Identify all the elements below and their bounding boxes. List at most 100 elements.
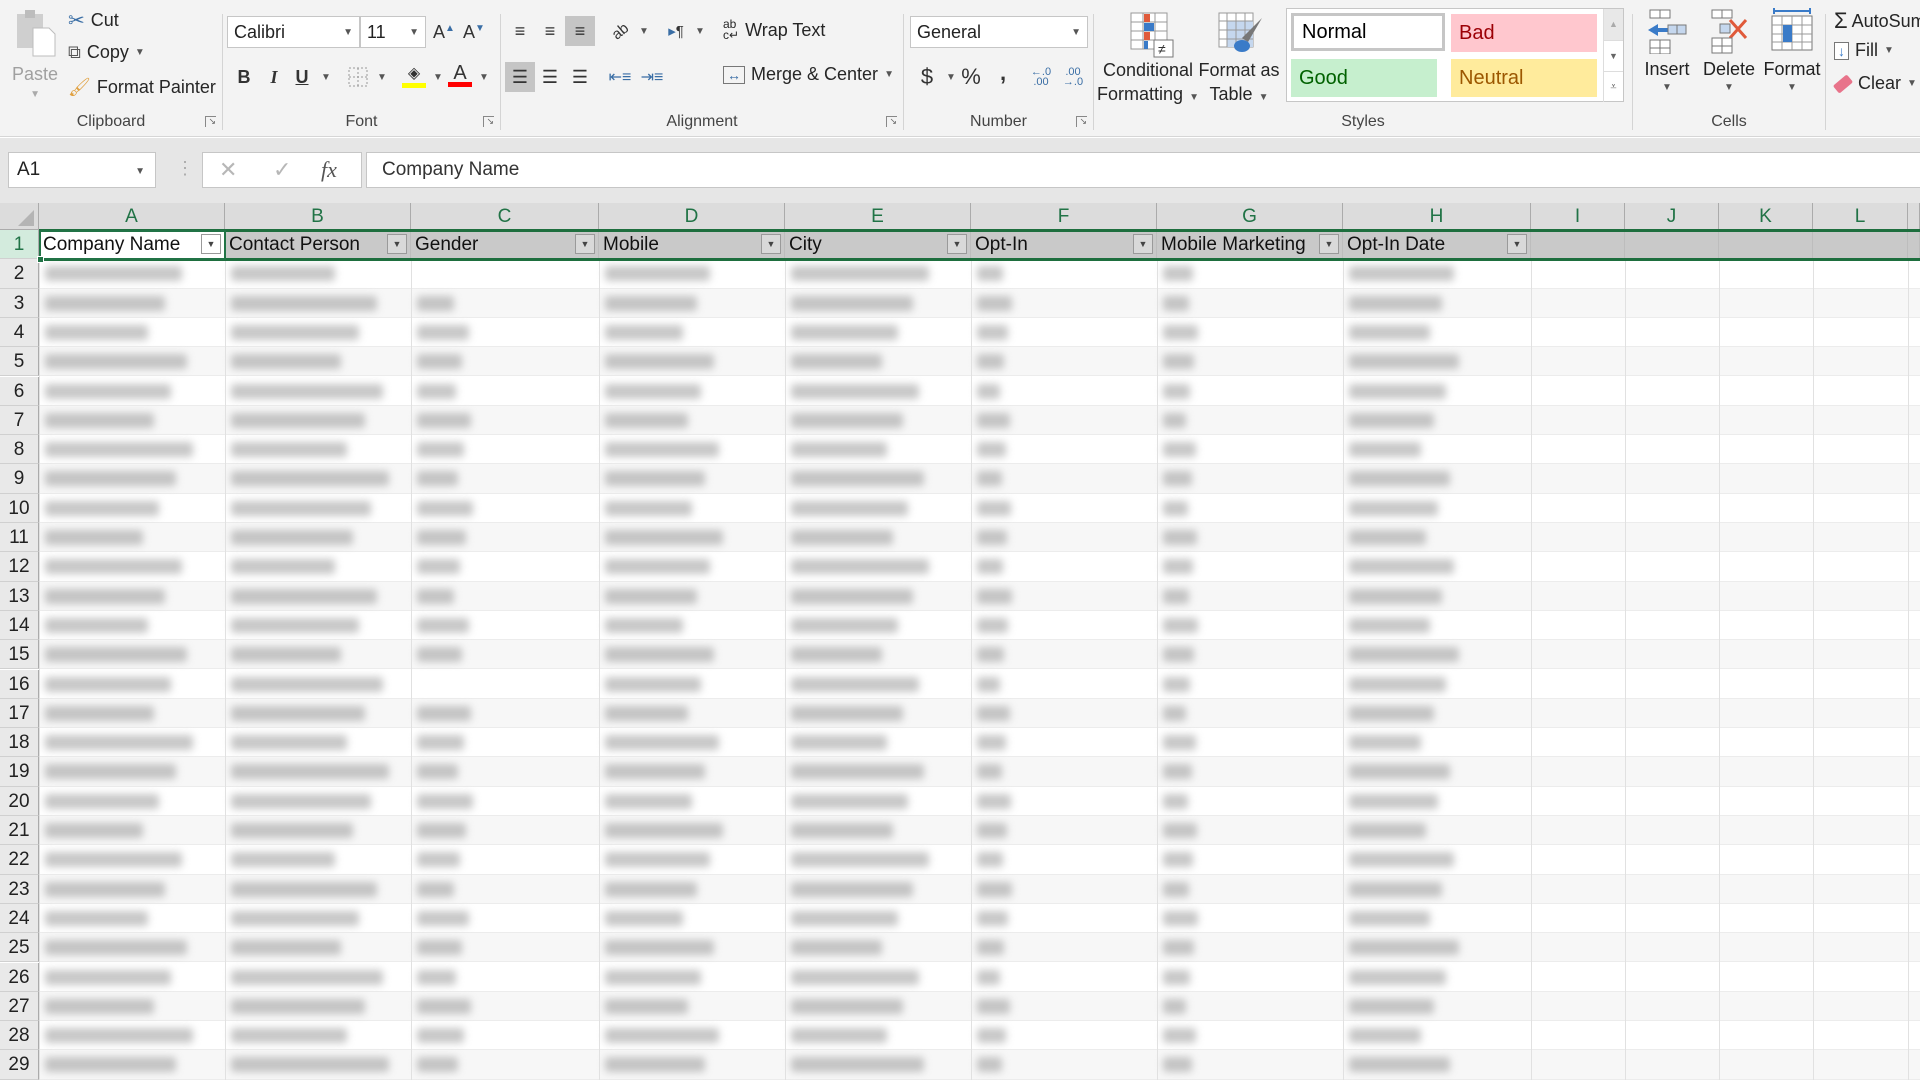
table-header-cell[interactable]: Opt-In Date ▼ <box>1343 230 1531 259</box>
blurred-cell-value[interactable] <box>231 735 348 751</box>
table-row[interactable] <box>39 640 1920 670</box>
blurred-cell-value[interactable] <box>45 324 149 340</box>
blurred-cell-value[interactable] <box>231 266 336 282</box>
blurred-cell-value[interactable] <box>791 295 914 311</box>
blurred-cell-value[interactable] <box>417 295 454 311</box>
blurred-cell-value[interactable] <box>417 559 461 575</box>
blurred-cell-value[interactable] <box>1349 617 1430 633</box>
blurred-cell-value[interactable] <box>791 266 929 282</box>
blurred-cell-value[interactable] <box>1163 500 1188 516</box>
font-name-select[interactable]: Calibri ▼ <box>227 16 360 48</box>
blurred-cell-value[interactable] <box>417 500 473 516</box>
blurred-cell-value[interactable] <box>1349 500 1438 516</box>
table-row[interactable] <box>39 552 1920 582</box>
blurred-cell-value[interactable] <box>45 969 171 985</box>
blurred-cell-value[interactable] <box>1163 940 1195 956</box>
fill-button[interactable]: ↓ Fill ▼ <box>1834 40 1894 61</box>
blurred-cell-value[interactable] <box>791 647 883 663</box>
table-row[interactable] <box>39 288 1920 318</box>
row-header-19[interactable]: 19 <box>0 757 39 787</box>
blurred-cell-value[interactable] <box>45 412 154 428</box>
font-size-select[interactable]: 11 ▼ <box>360 16 426 48</box>
blurred-cell-value[interactable] <box>231 471 389 487</box>
table-row[interactable] <box>39 347 1920 377</box>
insert-button[interactable]: Insert ▼ <box>1637 8 1697 108</box>
blurred-cell-value[interactable] <box>45 793 160 809</box>
blurred-cell-value[interactable] <box>1349 530 1426 545</box>
row-header-2[interactable]: 2 <box>0 259 39 289</box>
blurred-cell-value[interactable] <box>977 530 1008 545</box>
wrap-text-button[interactable]: ab c↵ Wrap Text <box>723 18 825 41</box>
table-row[interactable] <box>39 904 1920 934</box>
middle-align-button[interactable]: ≡ <box>535 16 565 46</box>
blurred-cell-value[interactable] <box>1349 295 1443 311</box>
column-header-m[interactable] <box>1908 203 1920 230</box>
blurred-cell-value[interactable] <box>791 676 919 692</box>
blurred-cell-value[interactable] <box>231 1028 348 1044</box>
blurred-cell-value[interactable] <box>1349 559 1455 575</box>
style-normal[interactable]: Normal <box>1291 13 1445 51</box>
table-header-cell[interactable]: Gender ▼ <box>411 230 599 259</box>
blurred-cell-value[interactable] <box>1163 266 1194 282</box>
column-header-c[interactable]: C <box>411 203 599 230</box>
blurred-cell-value[interactable] <box>417 471 459 487</box>
blurred-cell-value[interactable] <box>45 1057 177 1073</box>
table-row[interactable] <box>39 698 1920 729</box>
decrease-indent-button[interactable]: ⇤≡ <box>605 62 635 92</box>
blurred-cell-value[interactable] <box>231 705 365 721</box>
blurred-cell-value[interactable] <box>417 793 473 809</box>
blurred-cell-value[interactable] <box>1349 823 1426 838</box>
blurred-cell-value[interactable] <box>45 647 188 663</box>
table-row[interactable] <box>39 874 1920 904</box>
blurred-cell-value[interactable] <box>417 764 459 780</box>
orientation-button[interactable]: ab <box>605 16 635 46</box>
blurred-cell-value[interactable] <box>605 793 693 809</box>
blurred-cell-value[interactable] <box>1163 647 1195 663</box>
blurred-cell-value[interactable] <box>45 559 182 575</box>
blurred-cell-value[interactable] <box>977 969 1001 985</box>
blurred-cell-value[interactable] <box>45 295 165 311</box>
table-row[interactable] <box>39 318 1920 348</box>
filter-dropdown-button[interactable]: ▼ <box>387 234 407 254</box>
blurred-cell-value[interactable] <box>1163 823 1198 838</box>
row-header-28[interactable]: 28 <box>0 1021 39 1051</box>
blurred-cell-value[interactable] <box>1163 764 1192 780</box>
blurred-cell-value[interactable] <box>977 295 1013 311</box>
insert-function-icon[interactable]: fx <box>321 157 337 183</box>
blurred-cell-value[interactable] <box>45 705 154 721</box>
blurred-cell-value[interactable] <box>1163 998 1187 1014</box>
blurred-cell-value[interactable] <box>231 530 354 545</box>
italic-button[interactable]: I <box>259 62 289 92</box>
table-row[interactable] <box>39 464 1920 494</box>
blurred-cell-value[interactable] <box>1163 793 1188 809</box>
blurred-cell-value[interactable] <box>1349 676 1447 692</box>
blurred-cell-value[interactable] <box>1163 588 1190 604</box>
table-header-cell[interactable]: Opt-In ▼ <box>971 230 1157 259</box>
align-left-button[interactable]: ☰ <box>505 62 535 92</box>
blurred-cell-value[interactable] <box>605 852 710 868</box>
blurred-cell-value[interactable] <box>605 998 688 1014</box>
blurred-cell-value[interactable] <box>1349 354 1459 370</box>
column-header-d[interactable]: D <box>599 203 785 230</box>
blurred-cell-value[interactable] <box>1349 852 1455 868</box>
increase-decimal-button[interactable]: ←.0 .00 <box>1026 62 1056 92</box>
blurred-cell-value[interactable] <box>231 559 336 575</box>
table-row[interactable] <box>39 933 1920 963</box>
blurred-cell-value[interactable] <box>417 998 471 1014</box>
blurred-cell-value[interactable] <box>605 940 715 956</box>
row-header-10[interactable]: 10 <box>0 493 39 523</box>
blurred-cell-value[interactable] <box>45 940 188 956</box>
blurred-cell-value[interactable] <box>605 530 724 545</box>
blurred-cell-value[interactable] <box>1349 793 1438 809</box>
blurred-cell-value[interactable] <box>791 559 929 575</box>
blurred-cell-value[interactable] <box>791 1057 924 1073</box>
column-header-g[interactable]: G <box>1157 203 1343 230</box>
blurred-cell-value[interactable] <box>791 412 903 428</box>
row-header-17[interactable]: 17 <box>0 698 39 729</box>
table-row[interactable] <box>39 963 1920 992</box>
chevron-down-icon[interactable]: ▼ <box>321 72 331 83</box>
name-box[interactable]: A1 ▼ <box>8 152 156 188</box>
spreadsheet-grid[interactable]: A B C D E F G H I J K L 1 2 3 4 5 6 7 8 9 10 11 12 13 14 15 16 17 18 1… <box>0 203 1920 1080</box>
blurred-cell-value[interactable] <box>417 383 456 399</box>
row-header-9[interactable]: 9 <box>0 464 39 494</box>
